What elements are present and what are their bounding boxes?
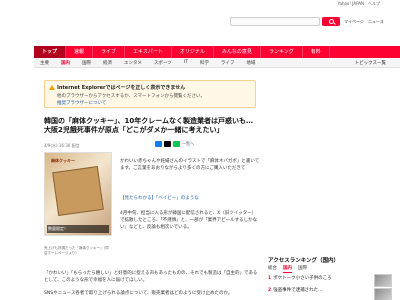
ranking-number: 1 — [268, 276, 272, 281]
top-utility-bar: Yahoo! JAPAN ヘルプ — [0, 0, 400, 8]
ranking-item[interactable]: 1 ポケトーク小さい子供のころ — [268, 276, 368, 282]
browser-warning-notice: Internet Explorerではページを正しく表示できません 他のブラウザ… — [44, 80, 256, 108]
subnav-item-main[interactable]: 主要 — [34, 60, 55, 66]
subnav-item-economy[interactable]: 経済 — [97, 60, 118, 66]
photo-caption: 売上げも好調だった「麻体クッキー」（同店ホームページより） — [44, 246, 109, 255]
ranking-title: アクセスランキング（国内） — [268, 258, 340, 264]
ranking-tab-domestic[interactable]: 国内 — [283, 265, 292, 273]
ranking-text: ポケトーク小さい子供のころ — [273, 276, 332, 281]
subnav-item-international[interactable]: 国際 — [76, 60, 97, 66]
nav-item-opinions[interactable]: みんなの意見 — [214, 46, 261, 58]
search-row: マイページ ニュース — [0, 16, 400, 28]
ranking-thumbnail[interactable] — [374, 274, 392, 287]
category-subnav: 主要 国内 国際 経済 エンタメ スポーツ IT 科学 ライフ 地域 トピックス… — [34, 58, 400, 68]
share-list-link[interactable]: 一覧へ — [182, 141, 194, 147]
ranking-text: 強盗事件で逮捕された… — [273, 288, 323, 293]
topics-list-link[interactable]: トピックス一覧 — [355, 60, 386, 66]
subnav-item-local[interactable]: 地域 — [240, 60, 261, 66]
subnav-item-life[interactable]: ライフ — [215, 60, 241, 66]
subnav-item-sports[interactable]: スポーツ — [148, 60, 178, 66]
nav-item-original[interactable]: オリジナル — [172, 46, 214, 58]
facebook-icon[interactable] — [155, 141, 162, 147]
header-links: マイページ ニュース — [344, 19, 384, 25]
article-photo[interactable]: 麻体クッキー 数量限定！ — [44, 152, 112, 236]
ranking-thumbnail[interactable] — [374, 288, 392, 300]
article-paragraph-3: 「かわいい」「もらったら嬉しい」と好意的に捉える声もあったものの、それでも製造は… — [44, 271, 258, 283]
notice-body: 他のブラウザーからアクセスするか、スマートフォンから閲覧ください。 — [57, 94, 206, 99]
nav-item-paid[interactable]: 有料 — [303, 46, 330, 58]
cookie-box-image — [52, 166, 104, 216]
ranking-tab-overall[interactable]: 総合 — [268, 265, 277, 273]
photo-sign: 数量限定！ — [47, 225, 109, 233]
related-article-link[interactable]: 【見たらわかる】「ベイビー」のような — [120, 195, 260, 201]
ranking-item[interactable]: 2 強盗事件で逮捕された… — [268, 288, 368, 294]
notice-title: Internet Explorerではページを正しく表示できません — [57, 85, 186, 91]
nav-item-breaking[interactable]: 速報 — [66, 46, 94, 58]
mypage-link[interactable]: マイページ — [344, 19, 364, 25]
yahoo-japan-link[interactable]: Yahoo! JAPAN — [338, 1, 364, 7]
line-icon[interactable] — [173, 141, 180, 147]
article-meta: 4/9(水) 16:30 配信 — [44, 143, 80, 148]
ranking-tab-international[interactable]: 国際 — [298, 265, 307, 273]
subnav-item-it[interactable]: IT — [178, 60, 194, 65]
subnav-item-domestic[interactable]: 国内 — [55, 60, 76, 66]
subnav-item-science[interactable]: 科学 — [194, 60, 215, 66]
article-paragraph-2: 4月中旬、担当に入る形が韓国に配信されると、X（旧ツイッター）で拡散したところ、… — [120, 211, 258, 230]
nav-item-top[interactable]: トップ — [34, 46, 67, 58]
article-headline: 韓国の「麻体クッキー」、10年クレームなく製造業者は戸惑いも…大阪2児餓死事件が… — [44, 117, 254, 134]
warning-icon — [49, 85, 55, 90]
recommended-browser-link[interactable]: 推奨ブラウザーについて — [57, 100, 251, 106]
news-link[interactable]: ニュース — [368, 19, 384, 25]
subnav-item-entertainment[interactable]: エンタメ — [118, 60, 148, 66]
search-icon — [328, 19, 334, 24]
search-input[interactable] — [230, 17, 320, 26]
article-paragraph-1: かわいい赤ちゃんや妊婦さんのイラストで「麻体ネバガボ」と書いてます。ご言葉をあお… — [120, 159, 260, 171]
ranking-number: 2 — [268, 288, 272, 293]
sidebar-ad-space — [268, 84, 378, 244]
photo-label: 麻体クッキー — [51, 158, 75, 163]
search-button[interactable] — [322, 17, 340, 26]
top-utility-links: Yahoo! JAPAN ヘルプ — [338, 1, 380, 7]
x-icon[interactable] — [164, 141, 171, 147]
article-paragraph-4: SNSやニュース各者で取り上げられる論点について、販売業者はどのように受け止めた… — [44, 291, 233, 296]
nav-item-expert[interactable]: エキスパート — [125, 46, 172, 58]
share-bar: 一覧へ — [155, 141, 194, 147]
main-nav: トップ 速報 ライブ エキスパート オリジナル みんなの意見 ランキング 有料 — [34, 46, 400, 58]
help-link[interactable]: ヘルプ — [368, 1, 380, 7]
nav-item-live[interactable]: ライブ — [93, 46, 126, 58]
nav-item-ranking[interactable]: ランキング — [261, 46, 303, 58]
ranking-tabs: 総合 国内 国際 — [268, 265, 307, 273]
